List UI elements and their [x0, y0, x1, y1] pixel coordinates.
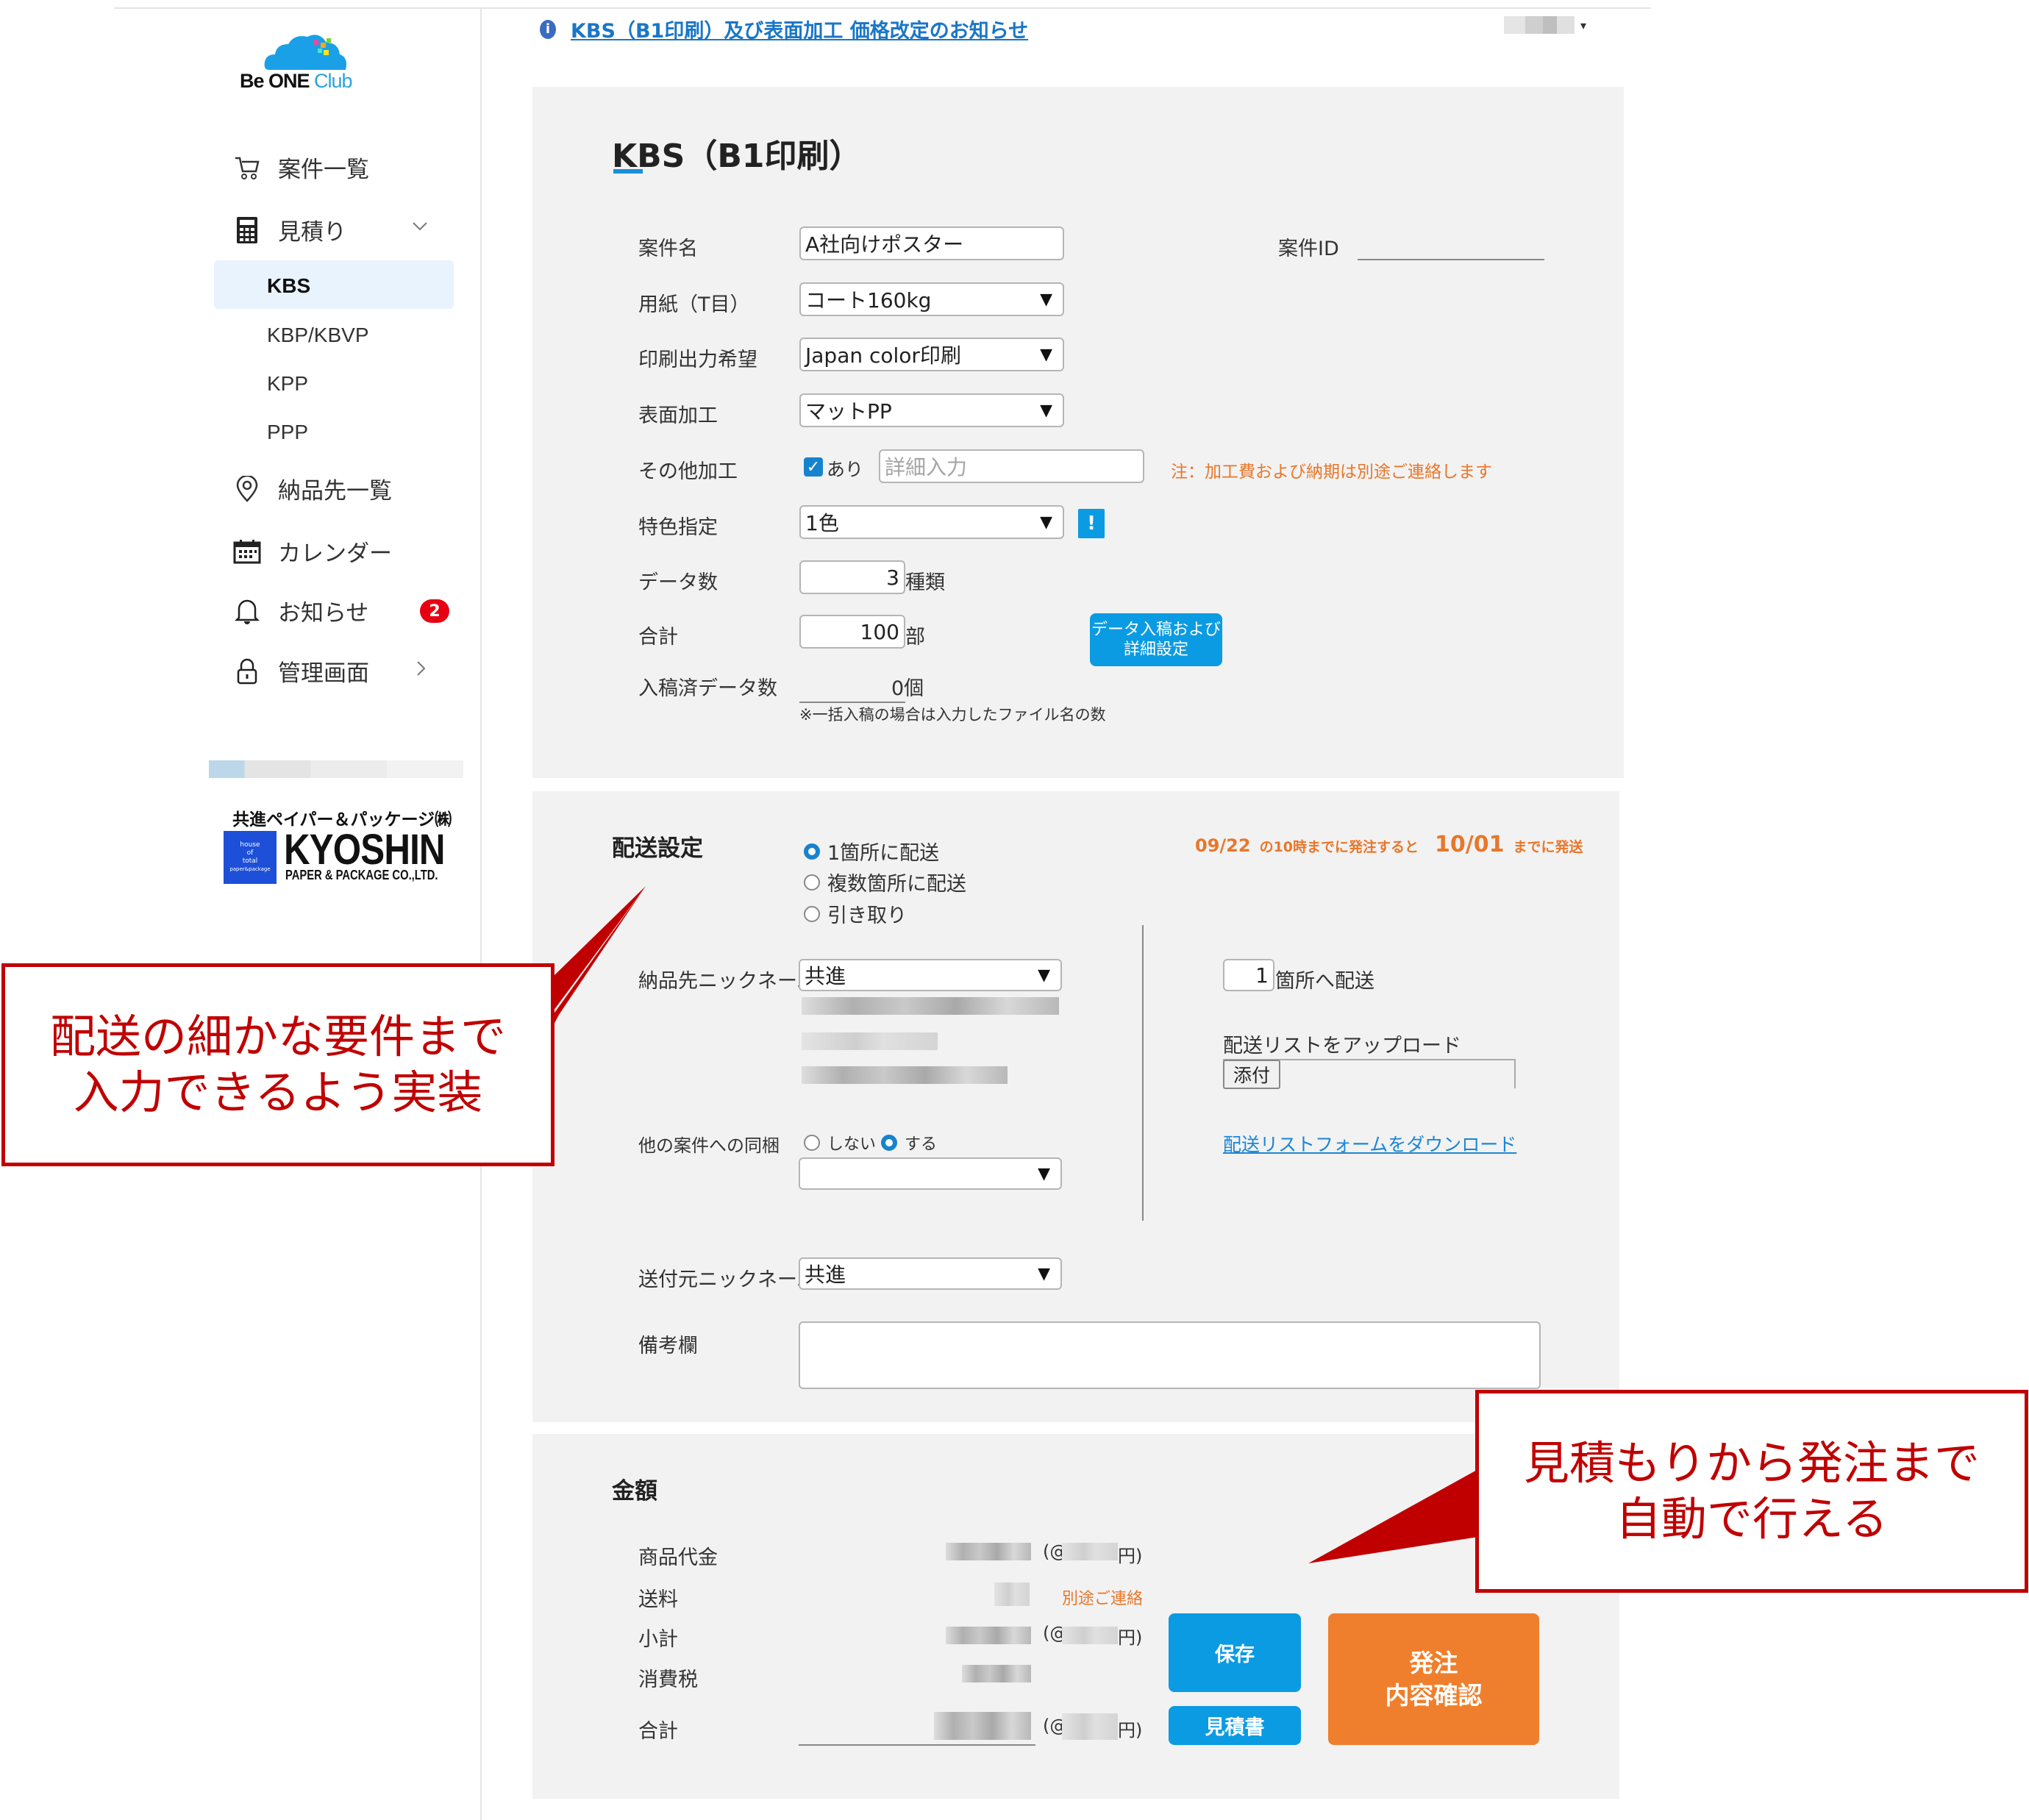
left-callout: 配送の細かな要件まで 入力できるよう実装: [1, 963, 555, 1166]
callout-line: 入力できるよう実装: [73, 1066, 483, 1119]
left-callout-pointer: [553, 886, 646, 1026]
callout-line: 見積もりから発注まで: [1523, 1436, 1980, 1490]
right-callout-pointer: [1308, 1469, 1478, 1563]
right-callout: 見積もりから発注まで 自動で行える: [1475, 1390, 2028, 1593]
callout-line: 配送の細かな要件まで: [49, 1010, 506, 1063]
callout-line: 自動で行える: [1615, 1492, 1889, 1546]
left-callout-pointer-fill: [552, 886, 646, 1013]
